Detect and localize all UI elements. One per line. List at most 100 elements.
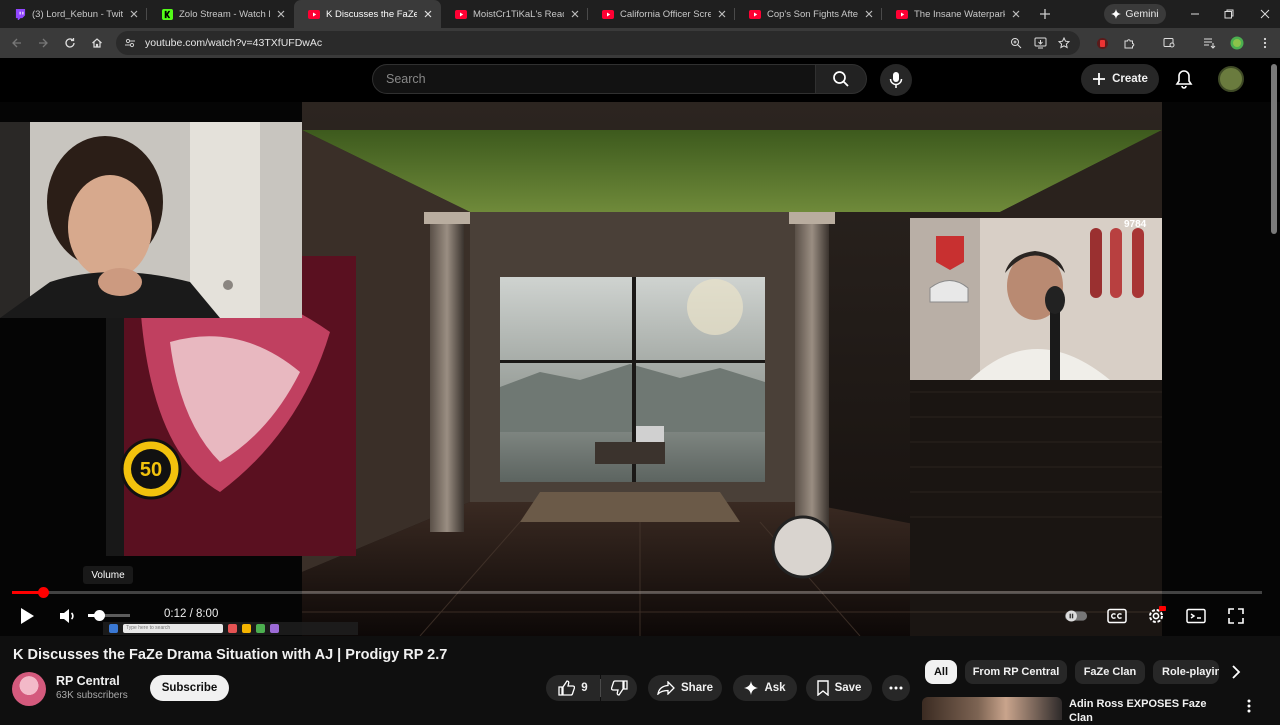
share-button[interactable]: Share <box>648 675 722 701</box>
search-box[interactable] <box>372 64 816 94</box>
extensions-puzzle-icon[interactable] <box>1121 35 1137 51</box>
page-scrollbar[interactable] <box>1271 64 1277 234</box>
youtube-icon <box>896 8 908 20</box>
new-tab-button[interactable] <box>1033 2 1057 26</box>
browser-tab[interactable]: California Officer Screa <box>588 0 735 28</box>
ask-button[interactable]: Ask <box>733 675 797 701</box>
volume-handle[interactable] <box>93 610 105 621</box>
chip-role-playing[interactable]: Role-playing <box>1153 660 1219 684</box>
browser-menu-icon[interactable] <box>1257 35 1273 51</box>
fullscreen-icon <box>1228 608 1244 624</box>
save-label: Save <box>834 682 862 694</box>
browser-toolbar: youtube.com/watch?v=43TXfUFDwAc <box>0 28 1280 58</box>
windows-icon <box>109 624 118 633</box>
tab-search-icon[interactable] <box>1161 35 1177 51</box>
chip-all[interactable]: All <box>925 660 957 684</box>
arrow-left-icon <box>12 38 21 48</box>
close-tab-icon[interactable] <box>421 7 435 21</box>
bookmark-star-icon[interactable] <box>1056 35 1072 51</box>
chips-next-button[interactable] <box>1226 662 1246 682</box>
address-bar[interactable]: youtube.com/watch?v=43TXfUFDwAc <box>116 31 1080 55</box>
back-button[interactable] <box>7 33 27 53</box>
more-actions-button[interactable] <box>882 675 910 701</box>
progress-bar[interactable] <box>12 587 1262 598</box>
settings-button[interactable] <box>1144 604 1168 628</box>
channel-name[interactable]: RP Central <box>56 674 120 688</box>
close-tab-icon[interactable] <box>274 7 288 21</box>
thumbs-up-icon <box>558 680 576 696</box>
stream-taskbar: Type here to search <box>103 622 358 635</box>
subscribe-button[interactable]: Subscribe <box>150 675 229 701</box>
voice-search-button[interactable] <box>880 64 912 96</box>
browser-tab-active[interactable]: K Discusses the FaZe Dr <box>294 0 441 28</box>
autoplay-toggle[interactable] <box>1064 604 1088 628</box>
chevron-right-icon <box>1232 665 1241 679</box>
recommended-title[interactable]: Adin Ross EXPOSES Faze Clan <box>1069 697 1229 725</box>
forward-button[interactable] <box>33 33 53 53</box>
notifications-button[interactable] <box>1173 68 1195 90</box>
volume-tooltip: Volume <box>83 566 133 584</box>
sparkle-icon <box>744 681 759 695</box>
arrow-right-icon <box>39 38 48 48</box>
search-input[interactable] <box>386 72 786 86</box>
minimize-window-button[interactable] <box>1180 0 1210 28</box>
save-button[interactable]: Save <box>806 675 872 701</box>
restore-window-button[interactable] <box>1214 0 1244 28</box>
desktop-badge: 50 <box>120 438 182 500</box>
youtube-icon <box>308 8 320 20</box>
sparkle-icon <box>1111 9 1122 19</box>
app-icon <box>256 624 265 633</box>
close-window-button[interactable] <box>1250 0 1280 28</box>
create-button[interactable]: Create <box>1081 64 1159 94</box>
zoom-icon[interactable] <box>1008 35 1024 51</box>
mute-button[interactable] <box>56 604 80 628</box>
browser-tab[interactable]: Cop's Son Fights After <box>735 0 882 28</box>
gemini-button[interactable]: Gemini <box>1104 4 1166 24</box>
app-icon <box>270 624 279 633</box>
like-count: 9 <box>581 682 588 694</box>
reload-button[interactable] <box>60 33 80 53</box>
dislike-button[interactable] <box>601 675 637 701</box>
reload-icon <box>65 38 75 48</box>
close-tab-icon[interactable] <box>862 7 876 21</box>
browser-tab[interactable]: Zolo Stream - Watch Li <box>147 0 294 28</box>
chip-faze-clan[interactable]: FaZe Clan <box>1075 660 1145 684</box>
browser-tab[interactable]: The Insane Waterpark <box>882 0 1029 28</box>
home-button[interactable] <box>87 33 107 53</box>
tab-title: (3) Lord_Kebun - Twitch <box>32 8 123 20</box>
close-tab-icon[interactable] <box>1009 7 1023 21</box>
close-tab-icon[interactable] <box>568 7 582 21</box>
badge-number: 50 <box>140 459 162 481</box>
recommended-more-button[interactable] <box>1241 698 1257 714</box>
browser-tab[interactable]: (3) Lord_Kebun - Twitch <box>0 0 147 28</box>
viewer-count: 9784 <box>1124 219 1147 230</box>
channel-avatar[interactable] <box>12 672 46 706</box>
volume-slider[interactable] <box>88 610 130 621</box>
search-button[interactable] <box>815 64 867 94</box>
account-avatar[interactable] <box>1218 66 1244 92</box>
restore-icon <box>1224 9 1234 19</box>
app-icon <box>242 624 251 633</box>
close-tab-icon[interactable] <box>715 7 729 21</box>
install-app-icon[interactable] <box>1032 35 1048 51</box>
site-info-icon[interactable] <box>124 37 136 49</box>
home-icon <box>92 38 102 48</box>
chip-from-channel[interactable]: From RP Central <box>965 660 1067 684</box>
captions-button[interactable] <box>1105 604 1129 628</box>
miniplayer-button[interactable] <box>1184 604 1208 628</box>
like-button[interactable]: 9 <box>546 675 600 701</box>
browser-tab[interactable]: MoistCr1TiKaL's Reactio <box>441 0 588 28</box>
recommended-thumbnail[interactable] <box>922 697 1062 720</box>
tab-title: The Insane Waterpark <box>914 8 1005 20</box>
fullscreen-button[interactable] <box>1224 604 1248 628</box>
video-player[interactable]: 9784 50 Volume <box>0 58 1280 636</box>
plus-icon <box>1040 9 1050 19</box>
subscriber-count: 63K subscribers <box>56 690 128 701</box>
extension-red-icon[interactable] <box>1094 35 1110 51</box>
autoplay-icon <box>1064 610 1088 622</box>
media-control-icon[interactable] <box>1201 35 1217 51</box>
play-button[interactable] <box>15 604 39 628</box>
url-text: youtube.com/watch?v=43TXfUFDwAc <box>145 37 323 49</box>
profile-avatar-icon[interactable] <box>1229 35 1245 51</box>
close-tab-icon[interactable] <box>127 7 141 21</box>
